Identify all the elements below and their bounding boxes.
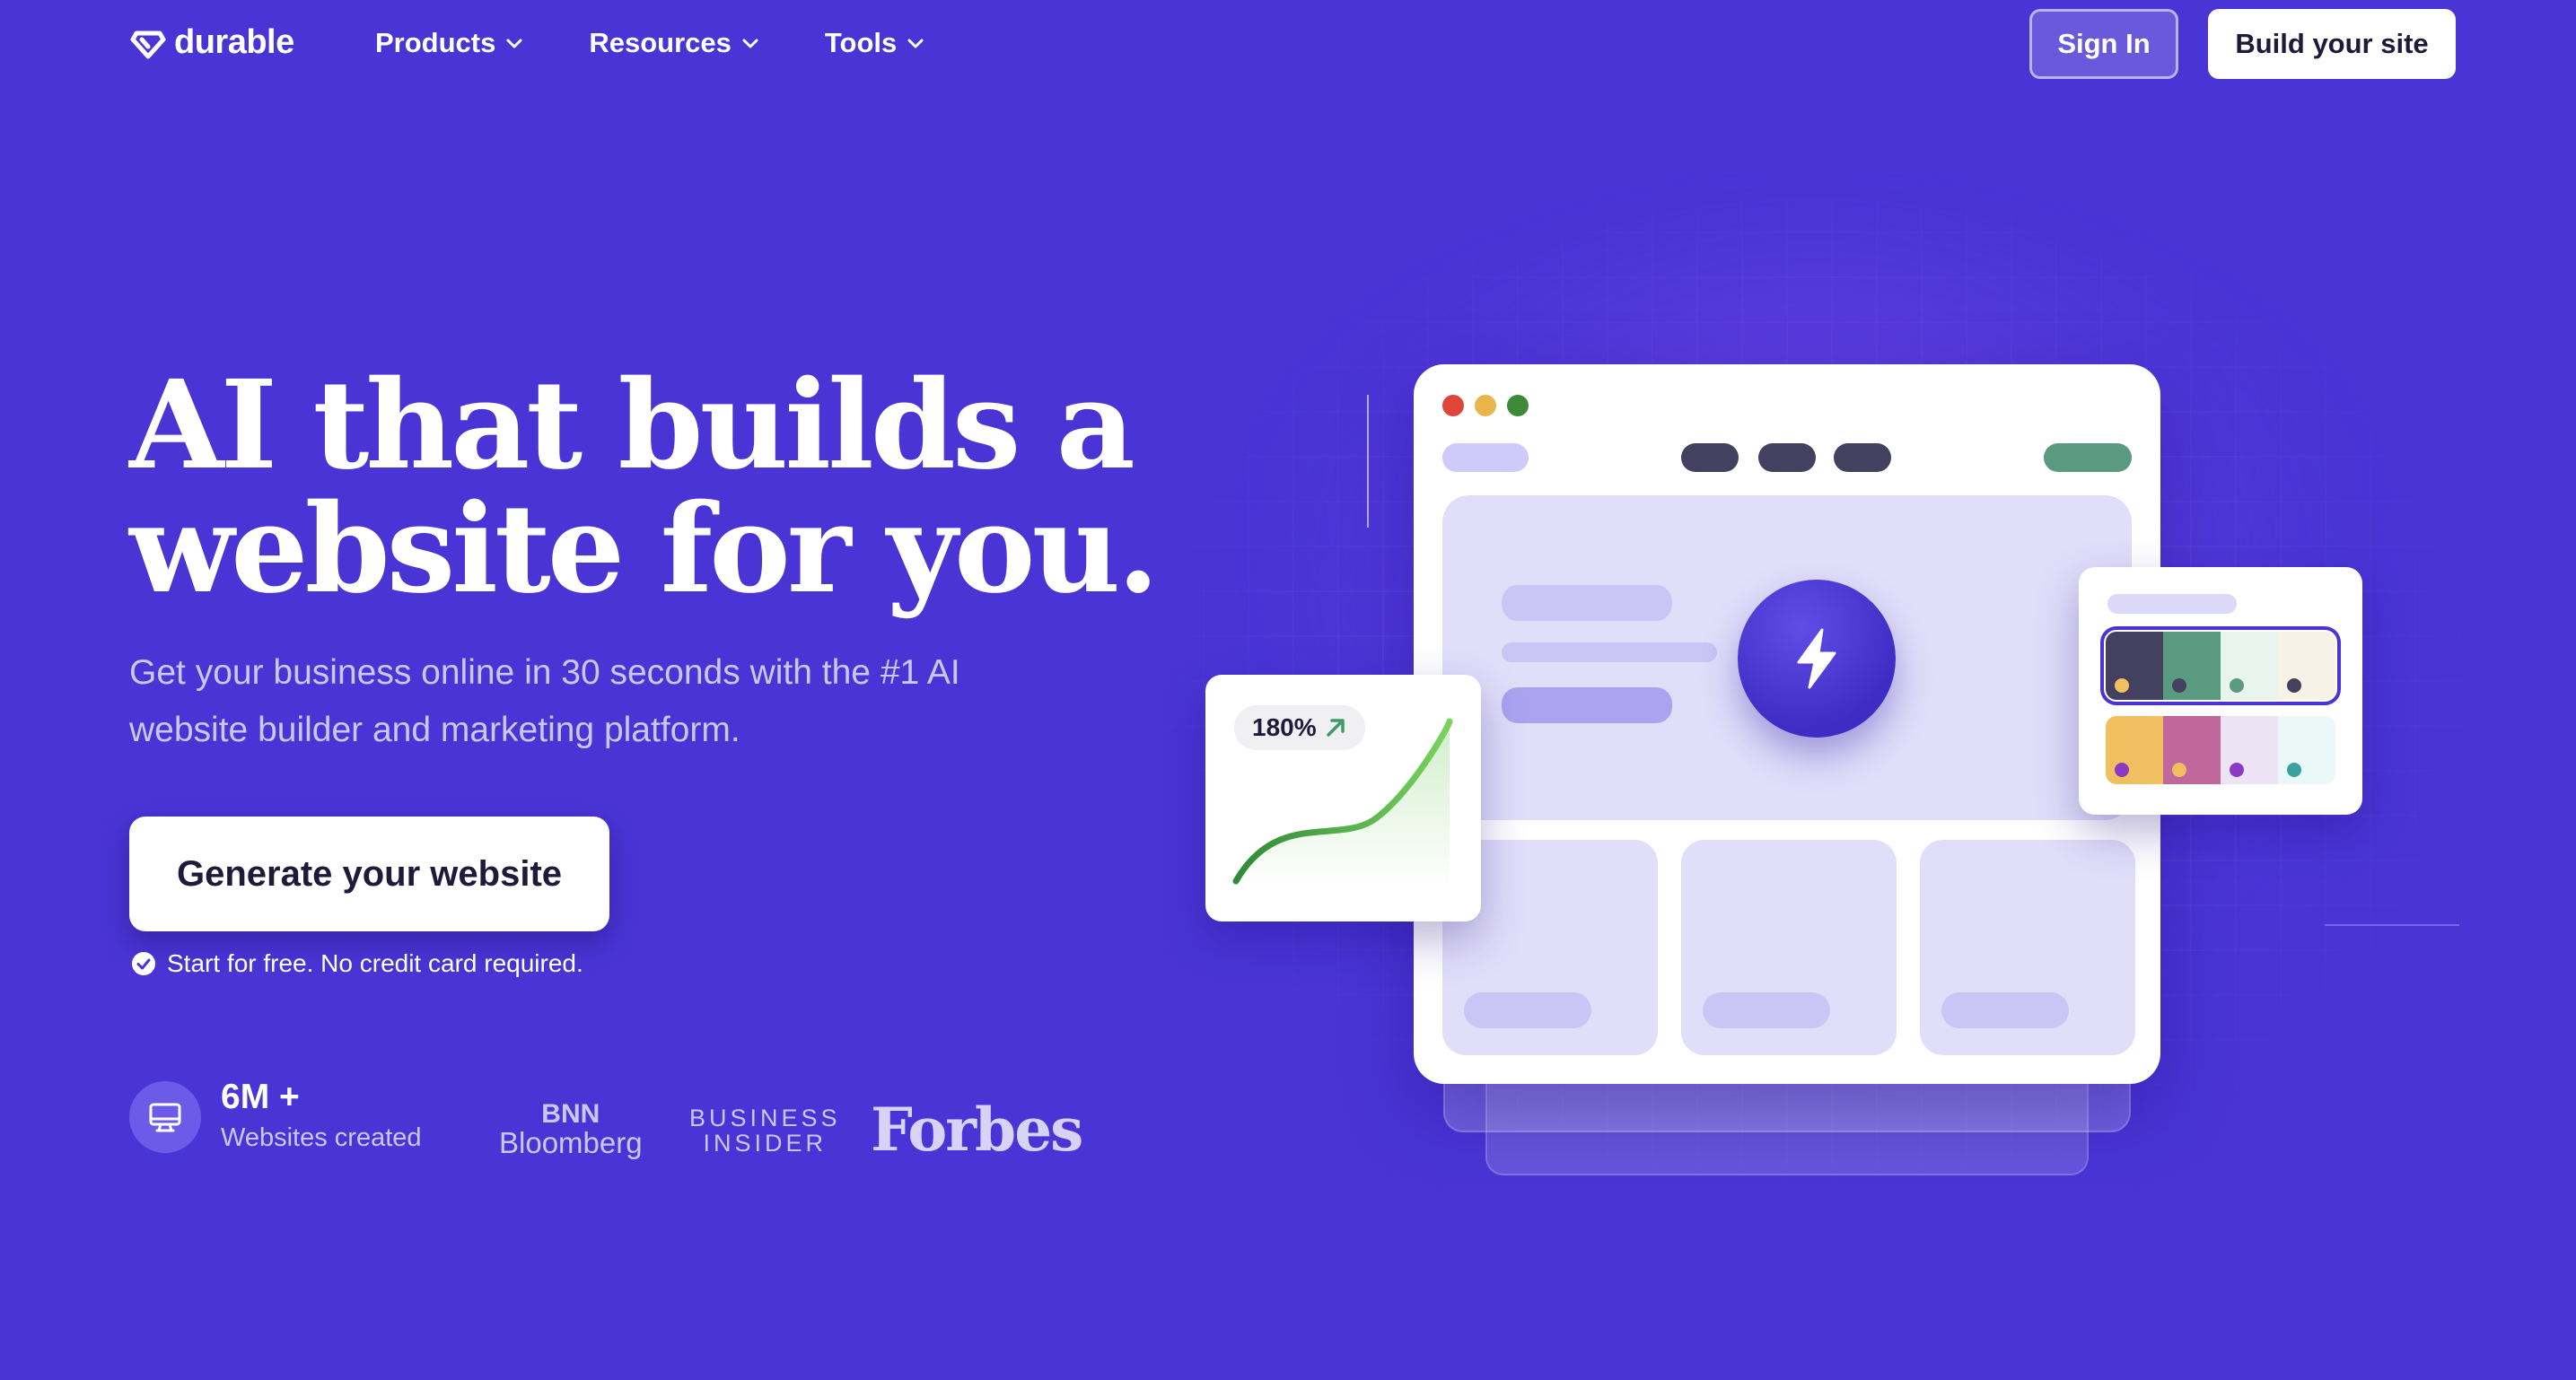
preview-card [1920, 840, 2135, 1055]
preview-nav-placeholder [1681, 443, 1739, 472]
bloomberg-text: Bloomberg [499, 1126, 643, 1159]
preview-heading-placeholder [1502, 585, 1672, 621]
stat-label: Websites created [221, 1123, 422, 1152]
color-swatch [2106, 632, 2163, 700]
preview-hero-panel [1442, 495, 2132, 820]
preview-card-label-placeholder [1703, 992, 1830, 1028]
stat-text: 6M + Websites created [221, 1077, 422, 1157]
website-preview-window [1414, 364, 2160, 1084]
check-circle-icon [132, 952, 155, 975]
durable-logo[interactable]: durable [129, 23, 294, 62]
business-text: BUSINESS [689, 1105, 841, 1131]
monitor-icon [129, 1081, 201, 1153]
decorative-line [1367, 395, 1369, 528]
color-swatch [2163, 632, 2221, 700]
nav-menu: Products Resources Tools [375, 27, 990, 59]
palette-option-selected[interactable] [2100, 626, 2341, 705]
preview-text-placeholder [1502, 642, 1717, 662]
chevron-down-icon [506, 39, 522, 48]
diamond-logo-icon [130, 31, 166, 58]
growth-curve-icon [1232, 718, 1453, 890]
window-close-dot [1442, 395, 1464, 416]
window-maximize-dot [1507, 395, 1529, 416]
monitor-glyph [149, 1103, 181, 1132]
color-swatch [2278, 632, 2335, 700]
palette-option[interactable] [2106, 716, 2335, 784]
hero-title-line1: AI that builds a [129, 354, 1135, 497]
color-swatch [2278, 716, 2335, 784]
color-swatch [2106, 716, 2163, 784]
color-swatch [2221, 716, 2278, 784]
nav-resources[interactable]: Resources [589, 27, 760, 59]
preview-card [1681, 840, 1897, 1055]
bnn-bloomberg-logo: BNN Bloomberg [499, 1099, 643, 1159]
free-note-text: Start for free. No credit card required. [167, 949, 583, 977]
forbes-logo: Forbes [871, 1095, 1083, 1165]
logo-text: durable [174, 23, 294, 61]
preview-nav-placeholder [1834, 443, 1891, 472]
color-swatch [2163, 716, 2221, 784]
nav-tools-label: Tools [824, 27, 898, 58]
nav-products-label: Products [375, 27, 496, 58]
hero-subtitle-line1: Get your business online in 30 seconds w… [129, 653, 960, 692]
preview-button-placeholder [1502, 687, 1672, 723]
business-insider-logo: BUSINESS INSIDER [689, 1105, 841, 1156]
window-minimize-dot [1475, 395, 1496, 416]
hero-title: AI that builds a website for you. [129, 363, 1206, 611]
color-palette-card [2079, 567, 2362, 815]
build-your-site-button[interactable]: Build your site [2208, 9, 2456, 79]
insider-text: INSIDER [703, 1130, 828, 1157]
nav-tools[interactable]: Tools [825, 27, 925, 59]
palette-title-placeholder [2107, 594, 2237, 614]
bnn-text: BNN [541, 1099, 600, 1129]
decorative-line [2325, 924, 2459, 926]
hero-subtitle: Get your business online in 30 seconds w… [129, 644, 1063, 759]
top-nav: durable Products Resources Tools Sign In… [0, 0, 2576, 90]
chevron-down-icon [742, 39, 758, 48]
sign-in-button[interactable]: Sign In [2029, 9, 2178, 79]
lightning-bolt-icon [1738, 580, 1896, 738]
free-note: Start for free. No credit card required. [131, 949, 583, 978]
hero-title-line2: website for you. [129, 477, 1160, 621]
nav-products[interactable]: Products [375, 27, 524, 59]
color-swatch [2221, 632, 2278, 700]
generate-website-button[interactable]: Generate your website [129, 817, 609, 931]
preview-card-label-placeholder [1941, 992, 2069, 1028]
nav-resources-label: Resources [589, 27, 732, 58]
chevron-down-icon [907, 39, 924, 48]
preview-card-label-placeholder [1464, 992, 1591, 1028]
bolt-glyph [1797, 628, 1836, 689]
hero-subtitle-line2: website builder and marketing platform. [129, 711, 740, 749]
preview-logo-placeholder [1442, 443, 1529, 472]
stat-value: 6M + [221, 1078, 300, 1116]
websites-stat: 6M + Websites created [129, 1077, 422, 1157]
preview-nav-placeholder [1758, 443, 1816, 472]
growth-chart-card: 180% [1205, 675, 1481, 921]
preview-cta-placeholder [2044, 443, 2132, 472]
